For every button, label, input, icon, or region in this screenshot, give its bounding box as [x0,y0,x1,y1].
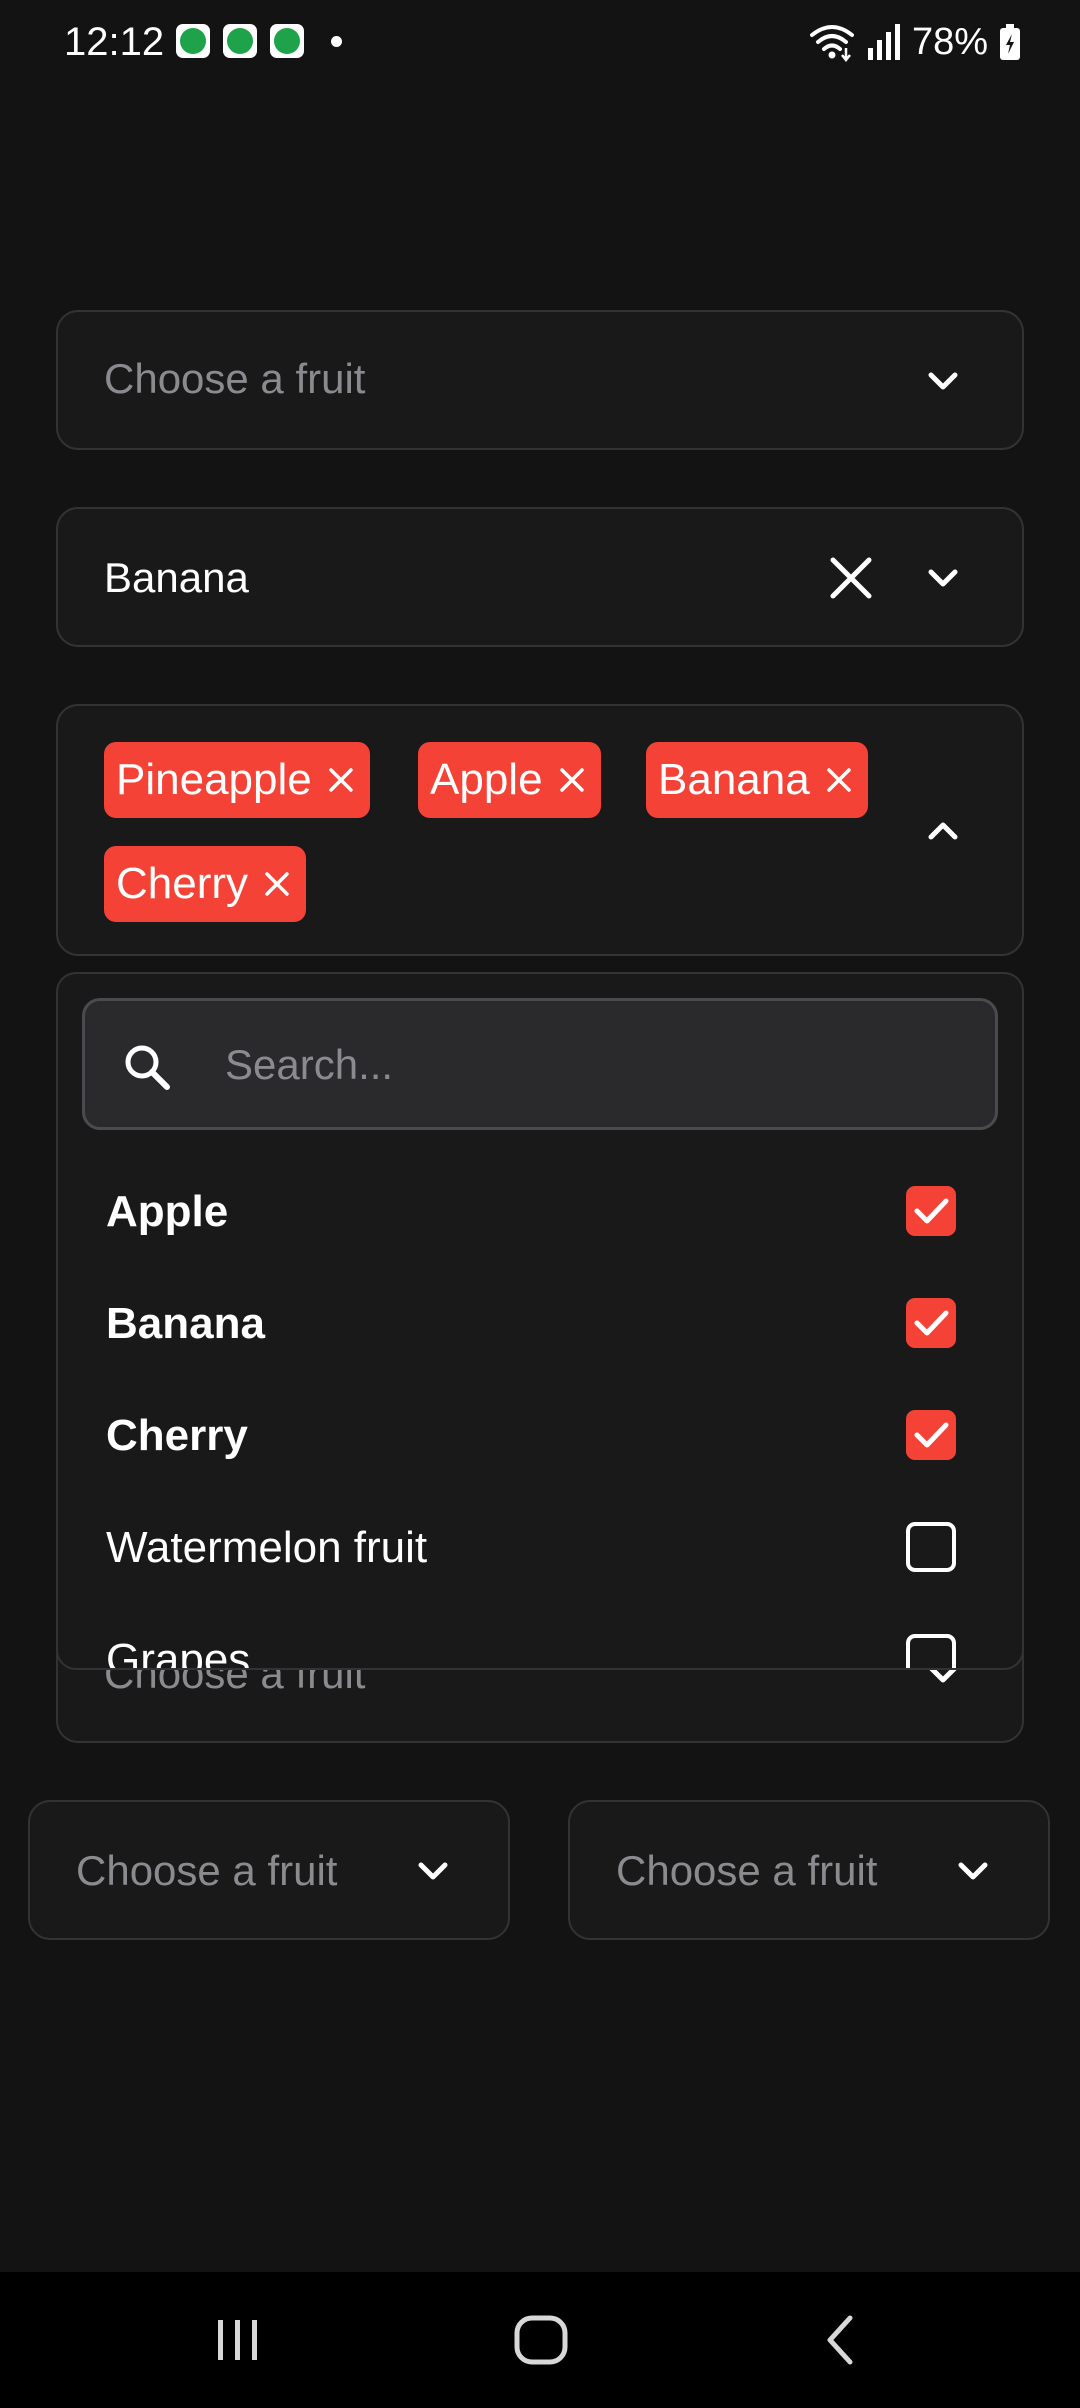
option-checkbox[interactable] [906,1522,956,1572]
option-watermelon[interactable]: Watermelon fruit [58,1492,1022,1604]
option-grapes[interactable]: Grapes [58,1604,1022,1670]
wifi-icon [809,25,854,62]
chip-banana[interactable]: Banana [646,742,868,818]
fruit-dropdown-basic[interactable]: Choose a fruit [56,310,1024,450]
status-right: 78% [808,18,1022,66]
signal-icon [867,24,900,60]
option-label: Grapes [106,1635,251,1670]
chevron-up-icon[interactable] [922,810,964,852]
back-icon[interactable] [812,2310,872,2370]
search-box[interactable] [82,998,998,1130]
option-apple[interactable]: Apple [58,1156,1022,1268]
search-icon [125,1045,170,1090]
option-checkbox[interactable] [906,1410,956,1460]
option-checkbox[interactable] [906,1186,956,1236]
navigation-bar [0,2272,1080,2408]
checkmark-icon [914,1198,949,1224]
chip-label: Apple [430,755,543,804]
chevron-down-icon [958,1862,988,1880]
option-label: Banana [106,1299,265,1348]
more-notifications-dot-icon [331,35,342,47]
checkmark-icon [914,1422,949,1448]
option-banana[interactable]: Banana [58,1268,1022,1380]
option-label: Watermelon fruit [106,1523,428,1572]
chip-label: Cherry [116,859,249,908]
option-cherry[interactable]: Cherry [58,1380,1022,1492]
w8-app-icon [270,24,304,58]
option-label: Cherry [106,1411,248,1460]
chevron-down-icon[interactable] [922,557,964,599]
dropdown-placeholder: Choose a fruit [76,1847,338,1894]
option-checkbox[interactable] [906,1634,956,1668]
home-icon[interactable] [511,2310,571,2370]
w8-app-icon [176,24,210,58]
clear-selection-icon[interactable] [826,553,876,603]
dropdown-placeholder: Choose a fruit [104,355,366,402]
remove-chip-icon[interactable] [262,869,292,899]
checkmark-icon [914,1310,949,1336]
fruit-dropdown-single[interactable]: Banana [56,507,1024,647]
remove-chip-icon[interactable] [557,765,587,795]
chip-apple[interactable]: Apple [418,742,601,818]
remove-chip-icon[interactable] [824,765,854,795]
option-checkbox[interactable] [906,1298,956,1348]
remove-chip-icon[interactable] [326,765,356,795]
recent-apps-icon[interactable] [208,2310,268,2370]
fruit-dropdown-multi[interactable]: Pineapple Apple Banana Cherry [56,704,1024,956]
search-input[interactable] [225,1039,945,1091]
fruit-dropdown-right[interactable]: Choose a fruit [568,1800,1050,1940]
status-bar: 12:12 78% [0,0,1080,84]
dropdown-placeholder: Choose a fruit [616,1847,878,1894]
chip-cherry[interactable]: Cherry [104,846,307,922]
status-time: 12:12 [64,20,165,64]
option-label: Apple [106,1187,229,1236]
fruit-options-popup: Apple Banana Cherry Watermelon fruit Gra… [56,972,1024,1670]
w8-app-icon [223,24,257,58]
notification-icons [176,24,342,58]
dropdown-selected-value: Banana [104,554,249,601]
battery-charging-icon [1000,24,1020,60]
battery-percent: 78% [911,21,988,63]
chevron-down-icon [418,1862,448,1880]
chip-label: Pineapple [116,755,312,804]
fruit-dropdown-left[interactable]: Choose a fruit [28,1800,510,1940]
chip-pineapple[interactable]: Pineapple [104,742,370,818]
chip-label: Banana [658,755,810,804]
chevron-down-icon [928,372,958,390]
